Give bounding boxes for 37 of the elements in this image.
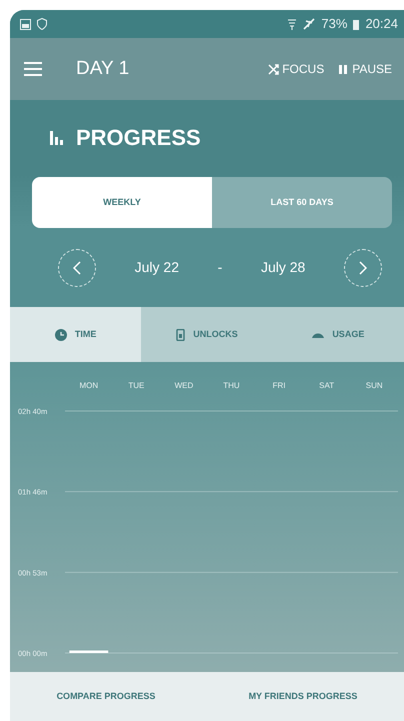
day-label: SUN	[366, 381, 383, 390]
date-separator: -	[218, 258, 222, 277]
screen-title: DAY 1	[76, 56, 130, 81]
day-label: FRI	[272, 381, 286, 390]
battery-level: 73%	[321, 15, 348, 34]
metric-tab[interactable]: TIME	[10, 307, 142, 362]
clock-time: 20:24	[365, 15, 398, 34]
day-label: MON	[79, 381, 98, 390]
image-icon	[20, 18, 31, 30]
pause-button[interactable]: PAUSE	[334, 60, 396, 78]
battery-icon	[353, 18, 360, 30]
shield-icon	[37, 18, 47, 30]
day-label: WED	[174, 381, 194, 390]
footer-link[interactable]: COMPARE PROGRESS	[50, 688, 162, 704]
metric-tab[interactable]: USAGE	[272, 307, 404, 362]
metric-tab[interactable]: UNLOCKS	[141, 307, 273, 362]
usage-bar	[69, 650, 108, 653]
day-label: SAT	[319, 381, 334, 390]
day-label: THU	[223, 381, 240, 390]
focus-button[interactable]: FOCUS	[264, 60, 328, 78]
pause-icon	[338, 64, 350, 74]
shuffle-icon	[268, 64, 280, 74]
clock-icon	[54, 328, 67, 340]
end-date: July 28	[260, 258, 306, 277]
period-tab[interactable]: LAST 60 DAYS	[212, 177, 392, 228]
day-label: TUE	[128, 381, 144, 390]
previous-week-button[interactable]	[58, 248, 96, 286]
phone-icon	[176, 328, 186, 340]
period-tab[interactable]: WEEKLY	[32, 177, 212, 228]
section-title: PROGRESS	[76, 124, 201, 152]
footer-link[interactable]: MY FRIENDS PROGRESS	[242, 688, 364, 704]
chevron-left-icon	[73, 260, 81, 274]
chevron-right-icon	[358, 260, 367, 274]
start-date: July 22	[134, 258, 179, 277]
bar-chart-icon	[50, 130, 64, 144]
next-week-button[interactable]	[344, 248, 382, 286]
menu-icon[interactable]	[24, 62, 42, 76]
